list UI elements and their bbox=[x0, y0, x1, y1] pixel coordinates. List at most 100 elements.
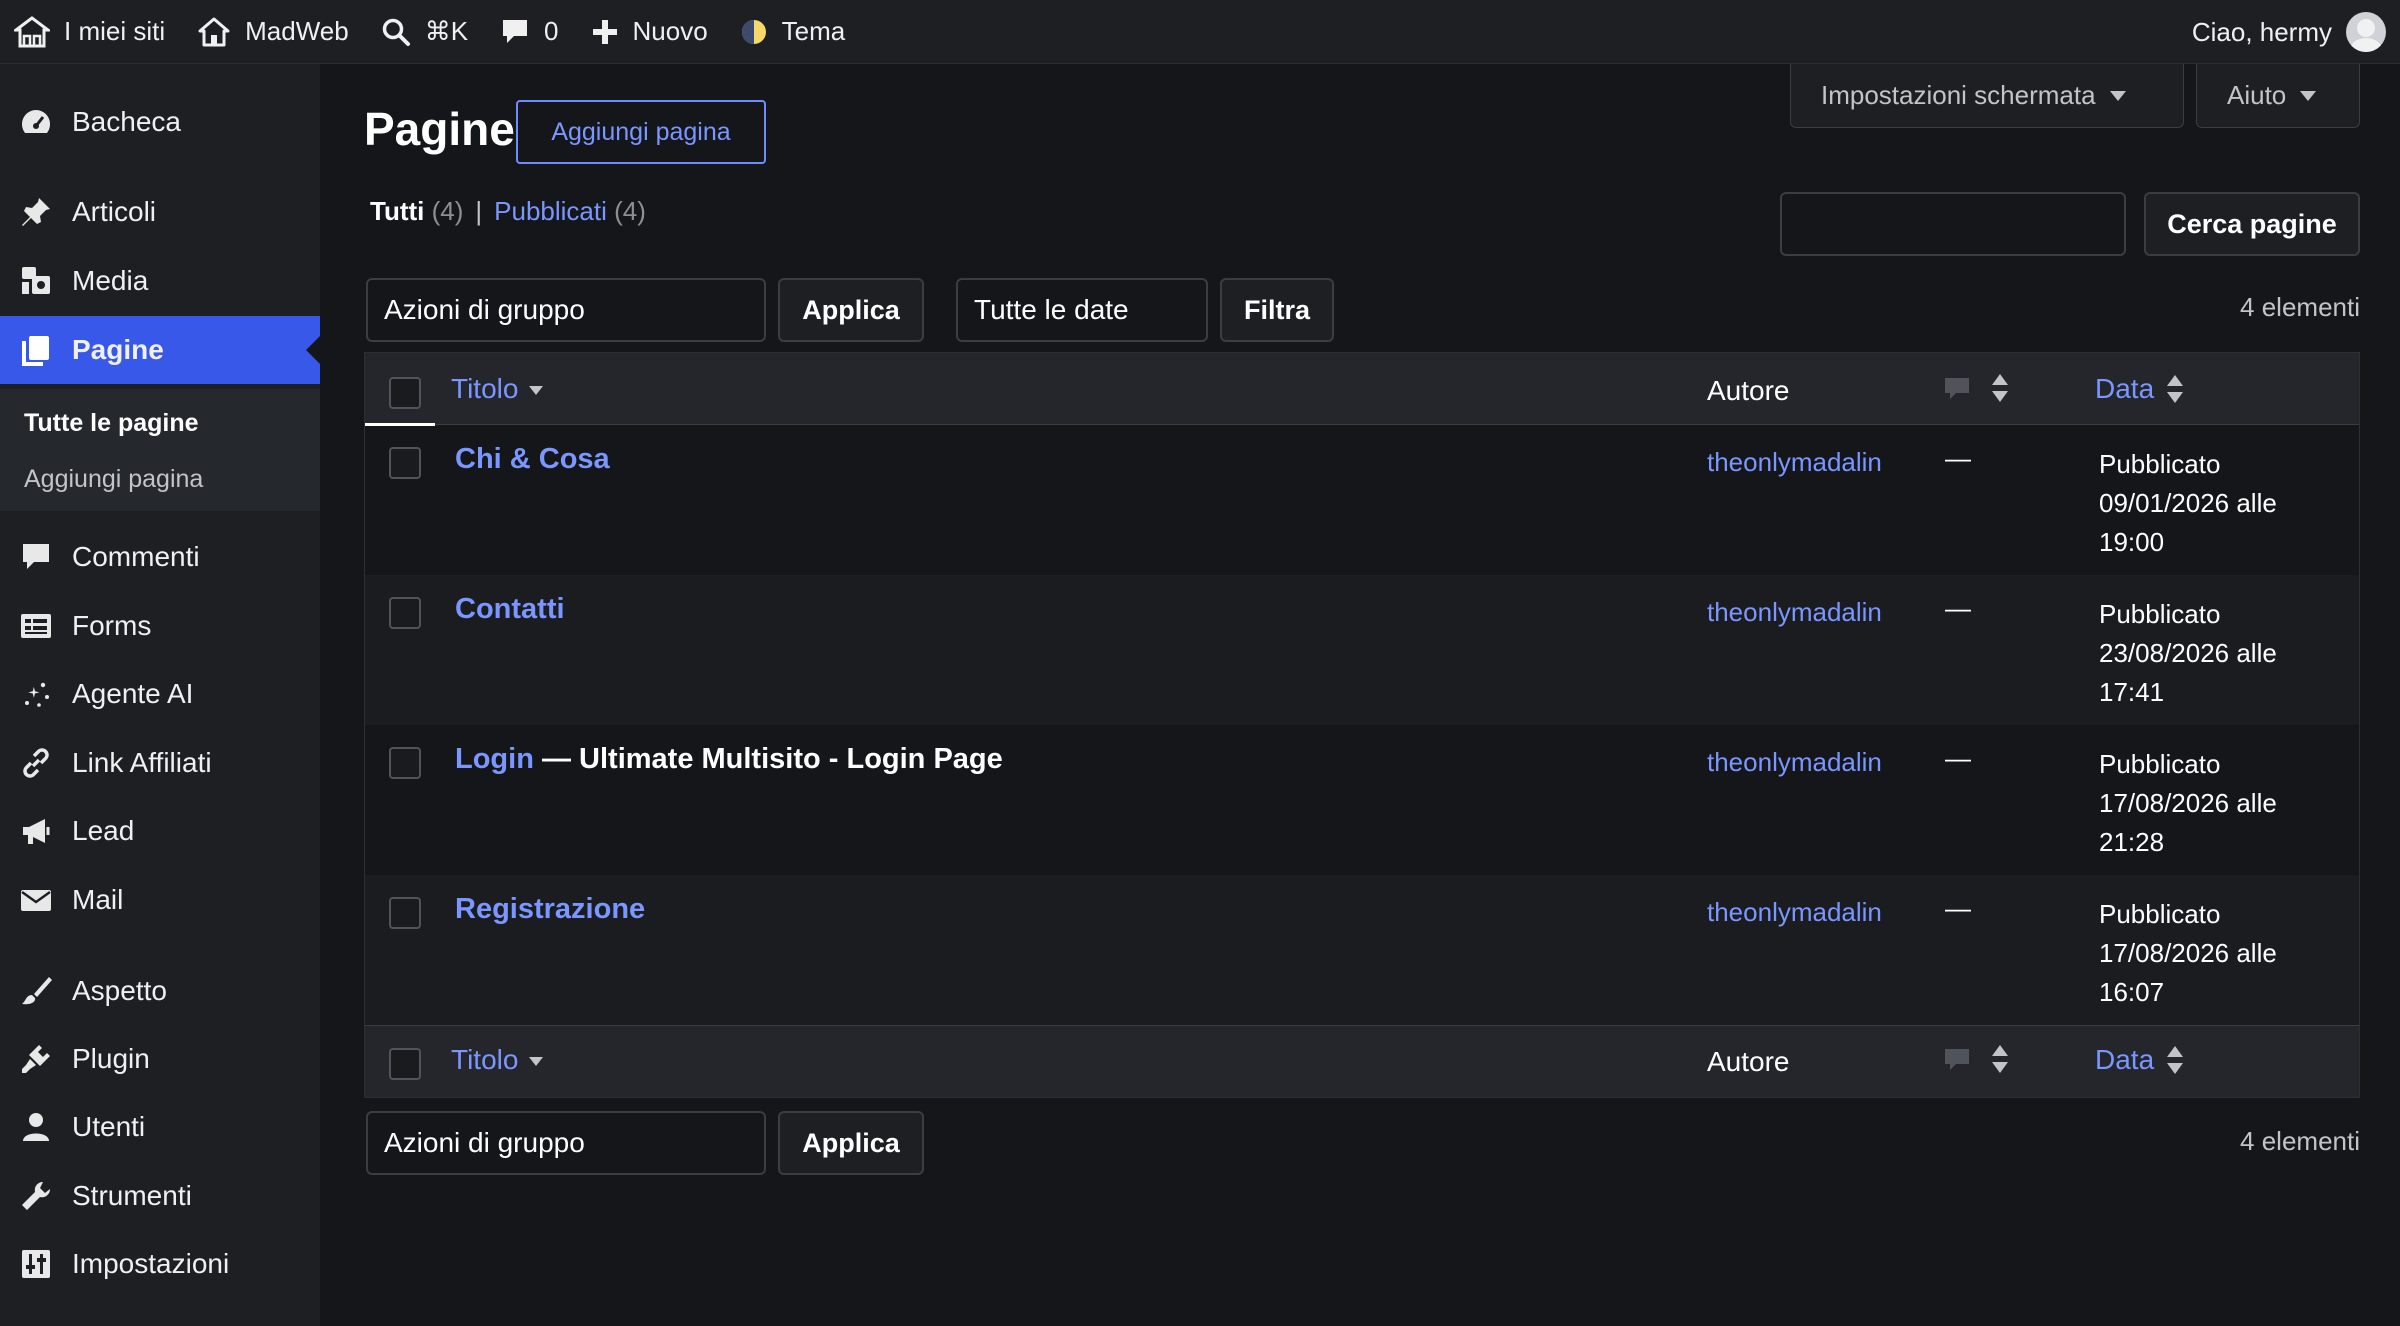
comments-button[interactable]: 0 bbox=[484, 0, 574, 64]
sidebar-item-label: Lead bbox=[72, 815, 135, 846]
sidebar-item-ai-agent[interactable]: Agente AI bbox=[0, 660, 320, 728]
sidebar-item-comments[interactable]: Commenti bbox=[0, 523, 320, 591]
brush-icon bbox=[18, 973, 54, 1009]
sidebar-item-label: Commenti bbox=[72, 541, 200, 572]
table-row: Registrazione theonlymadalin — Pubblicat… bbox=[365, 875, 2359, 1025]
apply-button[interactable]: Applica bbox=[778, 278, 924, 342]
items-count-bottom: 4 elementi bbox=[2240, 1126, 2360, 1156]
apply-button-bottom[interactable]: Applica bbox=[778, 1111, 924, 1175]
bulk-actions-select-bottom[interactable]: Azioni di gruppo bbox=[366, 1111, 766, 1175]
status-filters: Tutti (4) | Pubblicati (4) bbox=[370, 196, 646, 227]
new-content-menu[interactable]: Nuovo bbox=[575, 0, 724, 64]
sidebar-item-label: Forms bbox=[72, 610, 152, 641]
row-comments: — bbox=[1945, 743, 1971, 773]
sidebar-item-plugins[interactable]: Plugin bbox=[0, 1025, 320, 1093]
sort-down-icon bbox=[528, 382, 544, 396]
row-title: Chi & Cosa bbox=[455, 443, 610, 476]
submenu-all-pages[interactable]: Tutte le pagine bbox=[24, 409, 199, 438]
screen-options-button[interactable]: Impostazioni schermata bbox=[1790, 64, 2184, 128]
row-checkbox[interactable] bbox=[389, 897, 421, 929]
my-sites-menu[interactable]: I miei siti bbox=[0, 0, 181, 64]
page-title: Pagine bbox=[364, 103, 515, 155]
sidebar-item-lead[interactable]: Lead bbox=[0, 797, 320, 865]
row-author[interactable]: theonlymadalin bbox=[1707, 447, 1882, 478]
row-title-link[interactable]: Login bbox=[455, 743, 534, 775]
plus-icon bbox=[591, 18, 619, 46]
search-pages-button[interactable]: Cerca pagine bbox=[2144, 192, 2360, 256]
home-icon bbox=[197, 16, 231, 48]
account-menu[interactable]: Ciao, hermy bbox=[2192, 0, 2386, 64]
row-title-link[interactable]: Chi & Cosa bbox=[455, 443, 610, 475]
column-title-header[interactable]: Titolo bbox=[451, 1044, 544, 1076]
row-title-link[interactable]: Contatti bbox=[455, 593, 565, 625]
column-comments-header[interactable] bbox=[1943, 1046, 1971, 1079]
select-all-checkbox[interactable] bbox=[389, 377, 421, 409]
sidebar-item-affiliate-links[interactable]: Link Affiliati bbox=[0, 729, 320, 797]
row-author[interactable]: theonlymadalin bbox=[1707, 897, 1882, 928]
help-button[interactable]: Aiuto bbox=[2196, 64, 2360, 128]
sparkle-icon bbox=[18, 676, 54, 712]
command-palette-button[interactable]: ⌘K bbox=[365, 0, 484, 64]
sidebar-item-appearance[interactable]: Aspetto bbox=[0, 957, 320, 1025]
media-icon bbox=[18, 263, 54, 299]
sidebar-item-posts[interactable]: Articoli bbox=[0, 178, 320, 246]
sidebar-item-label: Link Affiliati bbox=[72, 747, 212, 778]
sidebar-item-mail[interactable]: Mail bbox=[0, 866, 320, 934]
column-date-header[interactable]: Data bbox=[2095, 1044, 2184, 1076]
row-author[interactable]: theonlymadalin bbox=[1707, 747, 1882, 778]
row-author[interactable]: theonlymadalin bbox=[1707, 597, 1882, 628]
theme-toggle[interactable]: Tema bbox=[724, 0, 862, 64]
search-pages-input[interactable] bbox=[1780, 192, 2126, 256]
row-checkbox[interactable] bbox=[389, 597, 421, 629]
column-title-header[interactable]: Titolo bbox=[451, 373, 544, 405]
sidebar-item-users[interactable]: Utenti bbox=[0, 1093, 320, 1161]
row-checkbox[interactable] bbox=[389, 747, 421, 779]
sidebar-item-forms[interactable]: Forms bbox=[0, 592, 320, 660]
row-date-line: 17/08/2026 alle bbox=[2099, 938, 2277, 968]
date-filter-select[interactable]: Tutte le date bbox=[956, 278, 1208, 342]
mail-icon bbox=[18, 882, 54, 918]
row-date-time: 19:00 bbox=[2099, 527, 2165, 557]
comment-icon bbox=[1943, 375, 1971, 403]
sort-toggle-icon[interactable] bbox=[1991, 1044, 2009, 1079]
row-title-state: — Ultimate Multisito - Login Page bbox=[533, 743, 1003, 775]
row-title: Registrazione bbox=[455, 893, 645, 926]
row-checkbox[interactable] bbox=[389, 447, 421, 479]
column-author-header: Autore bbox=[1707, 1046, 1790, 1077]
comment-icon bbox=[18, 539, 54, 575]
row-title-link[interactable]: Registrazione bbox=[455, 893, 645, 925]
sort-toggle-icon[interactable] bbox=[1991, 373, 2009, 408]
megaphone-icon bbox=[18, 813, 54, 849]
sidebar-item-dashboard[interactable]: Bacheca bbox=[0, 88, 320, 156]
search-icon bbox=[381, 17, 411, 47]
table-footer: Titolo Autore Data bbox=[365, 1025, 2359, 1097]
sidebar-item-tools[interactable]: Strumenti bbox=[0, 1162, 320, 1230]
sidebar-item-label: Mail bbox=[72, 884, 124, 915]
filter-button[interactable]: Filtra bbox=[1220, 278, 1334, 342]
row-date-line: 23/08/2026 alle bbox=[2099, 638, 2277, 668]
comment-icon bbox=[1943, 1046, 1971, 1074]
dashboard-icon bbox=[18, 104, 54, 140]
add-page-button[interactable]: Aggiungi pagina bbox=[516, 100, 766, 164]
plugin-icon bbox=[18, 1041, 54, 1077]
filter-published[interactable]: Pubblicati (4) bbox=[494, 196, 646, 227]
sidebar-item-media[interactable]: Media bbox=[0, 247, 320, 315]
user-icon bbox=[18, 1109, 54, 1145]
sidebar-item-pages[interactable]: Pagine bbox=[0, 316, 320, 384]
row-title: Contatti bbox=[455, 593, 565, 626]
sidebar-item-label: Agente AI bbox=[72, 678, 194, 709]
filter-published-label[interactable]: Pubblicati bbox=[494, 196, 607, 226]
site-name-menu[interactable]: MadWeb bbox=[181, 0, 365, 64]
filter-all[interactable]: Tutti (4) bbox=[370, 196, 463, 227]
column-comments-header[interactable] bbox=[1943, 375, 1971, 408]
submenu-add-page[interactable]: Aggiungi pagina bbox=[24, 465, 203, 494]
column-date-header[interactable]: Data bbox=[2095, 373, 2184, 405]
sidebar-item-settings[interactable]: Impostazioni bbox=[0, 1230, 320, 1298]
greeting-label: Ciao, hermy bbox=[2191, 16, 2332, 47]
bulk-actions-select[interactable]: Azioni di gruppo bbox=[366, 278, 766, 342]
forms-icon bbox=[18, 608, 54, 644]
sidebar-item-label: Bacheca bbox=[72, 106, 181, 137]
row-date-line: 17/08/2026 alle bbox=[2099, 788, 2277, 818]
select-all-checkbox[interactable] bbox=[389, 1048, 421, 1080]
row-date: Pubblicato 23/08/2026 alle 17:41 bbox=[2099, 595, 2339, 712]
